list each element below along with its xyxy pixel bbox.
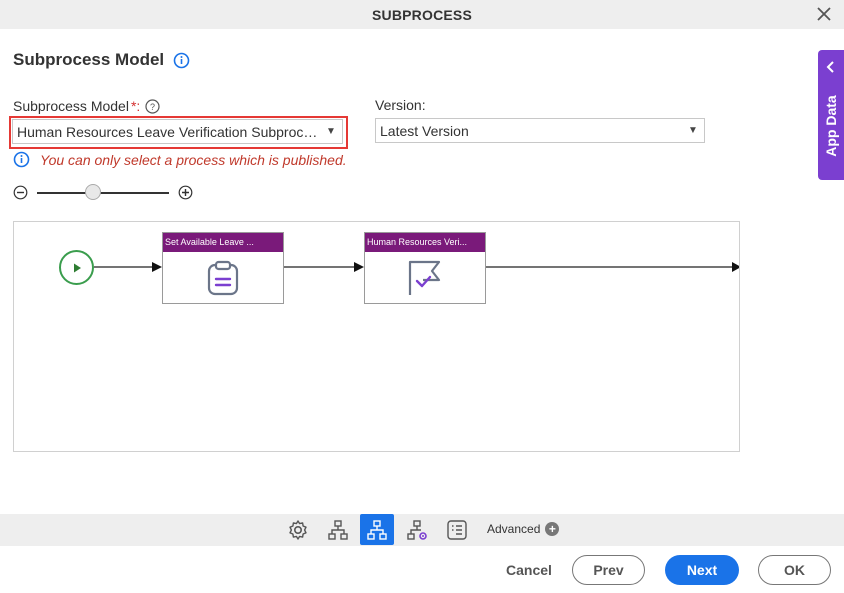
zoom-slider-handle[interactable] (85, 184, 101, 200)
dropdown-arrow-icon: ▼ (326, 126, 336, 137)
dropdown-arrow-icon: ▼ (688, 125, 698, 136)
subprocess-model-label-row: Subprocess Model *: ? (13, 98, 160, 114)
process-node[interactable]: Human Resources Veri... (364, 232, 486, 304)
zoom-in-icon[interactable] (178, 185, 193, 200)
published-note: You can only select a process which is p… (13, 151, 347, 168)
published-note-text: You can only select a process which is p… (40, 151, 347, 168)
zoom-out-icon[interactable] (13, 185, 28, 200)
app-data-label: App Data (823, 95, 839, 157)
page-title-row: Subprocess Model (13, 50, 190, 70)
dialog-titlebar: SUBPROCESS (0, 0, 844, 29)
advanced-label: Advanced (487, 522, 541, 536)
dialog-title: SUBPROCESS (371, 6, 473, 23)
bottom-toolbar: Advanced + (0, 514, 844, 546)
cancel-button[interactable]: Cancel (500, 555, 558, 585)
data-mapping-button[interactable] (440, 514, 474, 545)
page-title: Subprocess Model (13, 50, 165, 69)
subprocess-model-label: Subprocess Model (13, 98, 129, 114)
general-settings-button[interactable] (281, 514, 315, 545)
play-icon (73, 263, 81, 272)
version-label: Version: (375, 97, 426, 113)
next-button[interactable]: Next (665, 555, 739, 585)
required-mark: *: (130, 98, 141, 114)
version-value: Latest Version (380, 122, 469, 139)
version-select[interactable]: Latest Version ▼ (375, 118, 705, 143)
gear-icon (289, 519, 307, 540)
list-icon (447, 519, 467, 540)
version-label-row: Version: (375, 97, 426, 113)
advanced-toggle[interactable]: Advanced + (487, 522, 560, 536)
close-icon[interactable] (816, 6, 832, 22)
flag-check-icon (408, 260, 441, 295)
zoom-control (13, 184, 193, 202)
ok-button[interactable]: OK (758, 555, 831, 585)
process-tree-icon (328, 519, 348, 540)
subprocess-model-button[interactable] (360, 514, 394, 545)
clipboard-icon (207, 260, 239, 296)
plus-icon: + (545, 522, 560, 536)
process-diagram-canvas[interactable]: Set Available Leave ... Human Resources … (13, 221, 740, 452)
help-icon[interactable]: ? (145, 98, 160, 114)
svg-text:?: ? (150, 102, 155, 112)
process-model-button[interactable] (321, 514, 355, 545)
process-tree-icon (367, 519, 387, 540)
process-tree-settings-icon (407, 519, 427, 540)
info-icon[interactable] (173, 52, 190, 69)
process-node[interactable]: Set Available Leave ... (162, 232, 284, 304)
subprocess-model-value: Human Resources Leave Verification Subpr… (17, 123, 320, 140)
chevron-left-icon (826, 61, 836, 76)
node-title: Human Resources Veri... (365, 233, 485, 252)
app-data-tab[interactable]: App Data (818, 50, 844, 180)
info-icon (13, 151, 30, 168)
zoom-track[interactable] (37, 192, 169, 194)
node-title: Set Available Leave ... (163, 233, 283, 252)
start-event[interactable] (59, 250, 94, 285)
subprocess-model-select[interactable]: Human Resources Leave Verification Subpr… (12, 119, 343, 144)
prev-button[interactable]: Prev (572, 555, 645, 585)
subprocess-settings-button[interactable] (400, 514, 434, 545)
